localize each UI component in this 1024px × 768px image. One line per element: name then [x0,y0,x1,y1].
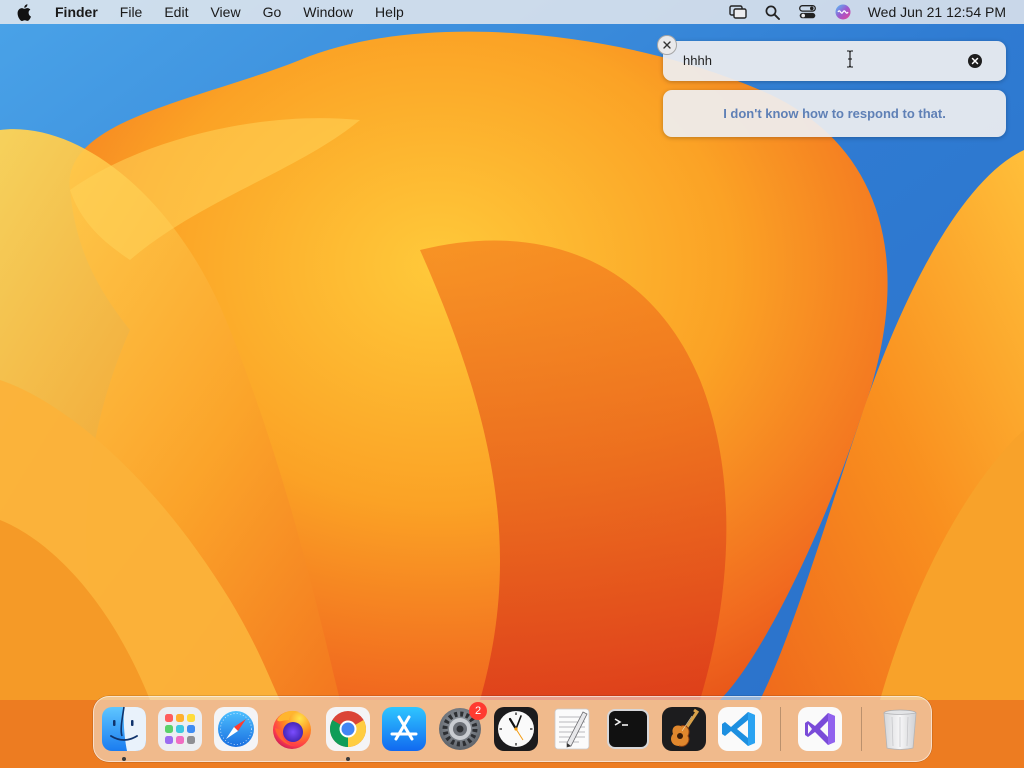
close-icon [663,41,671,49]
firefox-icon [273,710,311,749]
safari-icon [214,707,258,751]
menu-bar: Finder File Edit View Go Window Help Wed… [0,0,1024,24]
dock-running-indicator [122,757,126,761]
menu-help[interactable]: Help [375,4,404,20]
garageband-icon [662,707,706,751]
dock-item-system-settings[interactable]: 2 [437,702,487,752]
spotlight-search-icon[interactable] [763,3,783,21]
menu-edit[interactable]: Edit [164,4,188,20]
dock-separator [861,707,862,751]
text-cursor-icon [846,50,854,73]
siri-close-button[interactable] [657,35,677,55]
dock-running-indicator [346,757,350,761]
siri-query-text[interactable]: hhhh [683,53,712,68]
apple-menu-icon[interactable] [17,3,35,21]
menu-view[interactable]: View [210,4,240,20]
notification-badge: 2 [469,702,487,720]
dock-item-finder[interactable] [101,706,147,752]
visual-studio-icon [798,707,842,751]
dock-item-clock[interactable] [493,706,539,752]
dock-item-terminal[interactable] [605,706,651,752]
siri-response-card: I don't know how to respond to that. [663,90,1006,137]
app-store-icon [382,707,426,751]
dock-item-launchpad[interactable] [157,706,203,752]
vscode-icon [718,707,762,751]
dock-item-chrome[interactable] [325,706,371,752]
clear-query-icon[interactable] [968,54,982,68]
dock-item-safari[interactable] [213,706,259,752]
dock-item-firefox[interactable] [269,706,315,752]
dock-item-app-store[interactable] [381,706,427,752]
dock-item-textedit[interactable] [549,706,595,752]
siri-icon[interactable] [833,3,853,21]
control-center-icon[interactable] [798,3,818,21]
dock: 2 [93,696,932,762]
menu-app-name[interactable]: Finder [55,4,98,20]
clock-icon [494,707,538,751]
dock-separator [780,707,781,751]
siri-query-field[interactable]: hhhh [663,41,1006,81]
screen-mirroring-icon[interactable] [728,3,748,21]
finder-icon [102,706,146,751]
textedit-icon [554,708,590,750]
dock-item-garageband[interactable] [661,706,707,752]
dock-item-vscode[interactable] [717,706,763,752]
menu-file[interactable]: File [120,4,143,20]
menu-bar-clock[interactable]: Wed Jun 21 12:54 PM [868,4,1006,20]
trash-icon [883,709,917,750]
launchpad-icon [158,707,202,751]
dock-item-trash[interactable] [877,706,923,752]
siri-response-text: I don't know how to respond to that. [723,106,946,121]
chrome-icon [326,707,370,751]
dock-item-visual-studio[interactable] [797,706,843,752]
terminal-icon [607,709,649,749]
menu-go[interactable]: Go [263,4,282,20]
menu-window[interactable]: Window [303,4,353,20]
